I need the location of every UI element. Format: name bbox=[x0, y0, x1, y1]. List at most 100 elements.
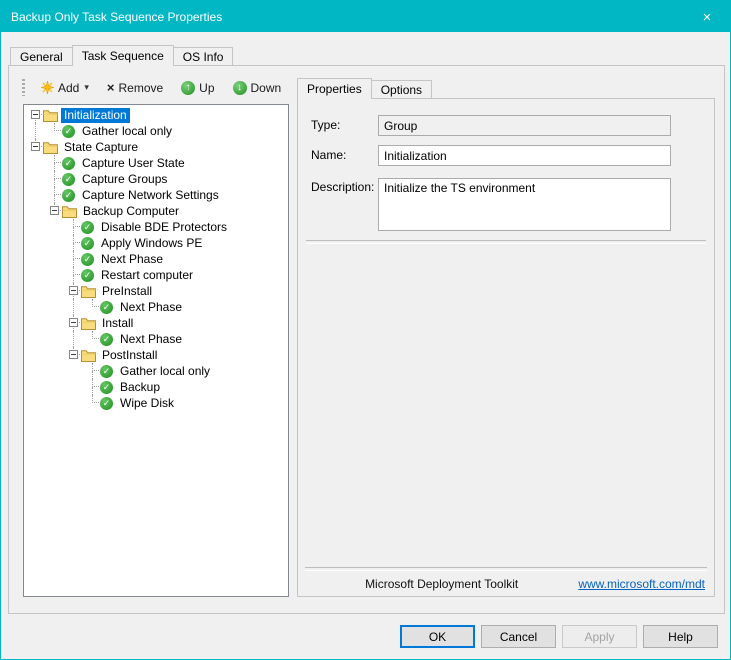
tree-connector-line bbox=[92, 338, 101, 339]
toolbar-grip bbox=[22, 79, 25, 96]
tab-os-info[interactable]: OS Info bbox=[173, 47, 234, 65]
footer-separator bbox=[305, 567, 707, 571]
properties-panel: Type: Name: Description: Initialize the … bbox=[297, 98, 715, 597]
expand-toggle-icon[interactable] bbox=[31, 110, 40, 119]
apply-button: Apply bbox=[562, 625, 637, 648]
tree-node-install[interactable]: Install bbox=[24, 315, 288, 331]
tree-node-label[interactable]: State Capture bbox=[61, 140, 141, 155]
tree-connector-line bbox=[35, 123, 36, 139]
cancel-button[interactable]: Cancel bbox=[481, 625, 556, 648]
main-tabs: General Task Sequence OS Info bbox=[10, 45, 233, 65]
tree-node-initialization[interactable]: Initialization bbox=[24, 107, 288, 123]
tree-node-disable-bde-protectors[interactable]: ✓ Disable BDE Protectors bbox=[24, 219, 288, 235]
tree-node-wipe-disk[interactable]: ✓ Wipe Disk bbox=[24, 395, 288, 411]
tree-connector-line bbox=[54, 179, 55, 187]
tree-node-label[interactable]: Initialization bbox=[61, 108, 130, 123]
tree-node-label[interactable]: Backup bbox=[117, 380, 163, 395]
down-button[interactable]: ↓ Down bbox=[225, 78, 290, 98]
dialog-window: Backup Only Task Sequence Properties × G… bbox=[0, 0, 731, 660]
task-sequence-tree[interactable]: Initialization✓Gather local onlyState Ca… bbox=[23, 104, 289, 597]
group-folder-icon bbox=[81, 349, 96, 362]
tree-node-next-phase[interactable]: ✓ Next Phase bbox=[24, 299, 288, 315]
tree-node-gather-local-only[interactable]: ✓ Gather local only bbox=[24, 123, 288, 139]
expand-toggle-icon[interactable] bbox=[31, 142, 40, 151]
up-button[interactable]: ↑ Up bbox=[173, 78, 222, 98]
task-sequence-tab-page: Add ▾ × Remove ↑ Up ↓ Down Initializatio… bbox=[8, 65, 725, 614]
group-folder-icon bbox=[43, 141, 58, 154]
down-arrow-icon: ↓ bbox=[233, 81, 247, 95]
tree-node-label[interactable]: Gather local only bbox=[79, 124, 175, 139]
expand-toggle-icon[interactable] bbox=[69, 318, 78, 327]
window-title: Backup Only Task Sequence Properties bbox=[1, 10, 684, 24]
expand-toggle-icon[interactable] bbox=[69, 350, 78, 359]
step-check-icon: ✓ bbox=[100, 301, 113, 314]
tab-options[interactable]: Options bbox=[371, 80, 432, 98]
tree-node-label[interactable]: Next Phase bbox=[98, 252, 166, 267]
tree-connector-line bbox=[73, 226, 82, 227]
tab-task-sequence[interactable]: Task Sequence bbox=[72, 45, 174, 65]
remove-icon: × bbox=[107, 81, 115, 94]
properties-pane-tabs: Properties Options bbox=[297, 78, 432, 98]
step-check-icon: ✓ bbox=[100, 365, 113, 378]
tree-node-label[interactable]: Gather local only bbox=[117, 364, 213, 379]
tree-node-capture-user-state[interactable]: ✓Capture User State bbox=[24, 155, 288, 171]
titlebar[interactable]: Backup Only Task Sequence Properties × bbox=[1, 1, 730, 32]
tree-node-restart-computer[interactable]: ✓Restart computer bbox=[24, 267, 288, 283]
group-folder-icon bbox=[62, 205, 77, 218]
step-check-icon: ✓ bbox=[81, 237, 94, 250]
tree-node-label[interactable]: Install bbox=[99, 316, 136, 331]
tree-node-label[interactable]: Capture Network Settings bbox=[79, 188, 222, 203]
tab-general[interactable]: General bbox=[10, 47, 73, 65]
description-field[interactable]: Initialize the TS environment bbox=[378, 178, 671, 231]
tab-properties[interactable]: Properties bbox=[297, 78, 372, 98]
tree-node-label[interactable]: Backup Computer bbox=[80, 204, 182, 219]
tree-node-preinstall[interactable]: PreInstall bbox=[24, 283, 288, 299]
tree-connector-line bbox=[92, 370, 101, 371]
tree-connector-line bbox=[54, 162, 63, 163]
tree-connector-line bbox=[73, 299, 74, 315]
tree-node-label[interactable]: PreInstall bbox=[99, 284, 155, 299]
tree-node-next-phase[interactable]: ✓Next Phase bbox=[24, 331, 288, 347]
expand-toggle-icon[interactable] bbox=[50, 206, 59, 215]
panel-footer: Microsoft Deployment Toolkit www.microso… bbox=[305, 575, 707, 593]
add-button[interactable]: Add ▾ bbox=[33, 78, 97, 98]
tree-node-state-capture[interactable]: State Capture bbox=[24, 139, 288, 155]
tree-connector-line bbox=[54, 195, 55, 203]
tree-node-label[interactable]: Wipe Disk bbox=[117, 396, 177, 411]
mdt-link[interactable]: www.microsoft.com/mdt bbox=[578, 577, 705, 591]
tree-node-label[interactable]: Restart computer bbox=[98, 268, 196, 283]
tree-connector-line bbox=[73, 331, 74, 347]
step-check-icon: ✓ bbox=[81, 221, 94, 234]
tree-node-label[interactable]: Capture User State bbox=[79, 156, 188, 171]
tree-node-label[interactable]: Apply Windows PE bbox=[98, 236, 205, 251]
tree-node-label[interactable]: Disable BDE Protectors bbox=[98, 220, 230, 235]
group-folder-icon bbox=[43, 109, 58, 122]
tree-node-backup[interactable]: ✓Backup bbox=[24, 379, 288, 395]
tree-node-capture-groups[interactable]: ✓ Capture Groups bbox=[24, 171, 288, 187]
tree-node-backup-computer[interactable]: Backup Computer bbox=[24, 203, 288, 219]
tree-node-label[interactable]: Next Phase bbox=[117, 332, 185, 347]
tree-node-apply-windows-pe[interactable]: ✓ Apply Windows PE bbox=[24, 235, 288, 251]
tree-node-label[interactable]: Next Phase bbox=[117, 300, 185, 315]
group-folder-icon bbox=[81, 285, 96, 298]
tree-node-label[interactable]: PostInstall bbox=[99, 348, 160, 363]
step-check-icon: ✓ bbox=[62, 125, 75, 138]
tree-node-next-phase[interactable]: ✓Next Phase bbox=[24, 251, 288, 267]
step-check-icon: ✓ bbox=[100, 397, 113, 410]
ok-button[interactable]: OK bbox=[400, 625, 475, 648]
tree-node-label[interactable]: Capture Groups bbox=[79, 172, 170, 187]
step-check-icon: ✓ bbox=[62, 173, 75, 186]
name-field[interactable] bbox=[378, 145, 671, 166]
tree-connector-line bbox=[73, 227, 74, 235]
tree-node-postinstall[interactable]: PostInstall bbox=[24, 347, 288, 363]
tree-connector-line bbox=[73, 243, 74, 251]
close-button[interactable]: × bbox=[684, 1, 730, 32]
tree-connector-line bbox=[73, 274, 82, 275]
group-folder-icon bbox=[81, 317, 96, 330]
tree-node-capture-network-settings[interactable]: ✓Capture Network Settings bbox=[24, 187, 288, 203]
down-button-label: Down bbox=[251, 81, 282, 95]
remove-button[interactable]: × Remove bbox=[99, 78, 171, 98]
tree-node-gather-local-only[interactable]: ✓ Gather local only bbox=[24, 363, 288, 379]
expand-toggle-icon[interactable] bbox=[69, 286, 78, 295]
help-button[interactable]: Help bbox=[643, 625, 718, 648]
